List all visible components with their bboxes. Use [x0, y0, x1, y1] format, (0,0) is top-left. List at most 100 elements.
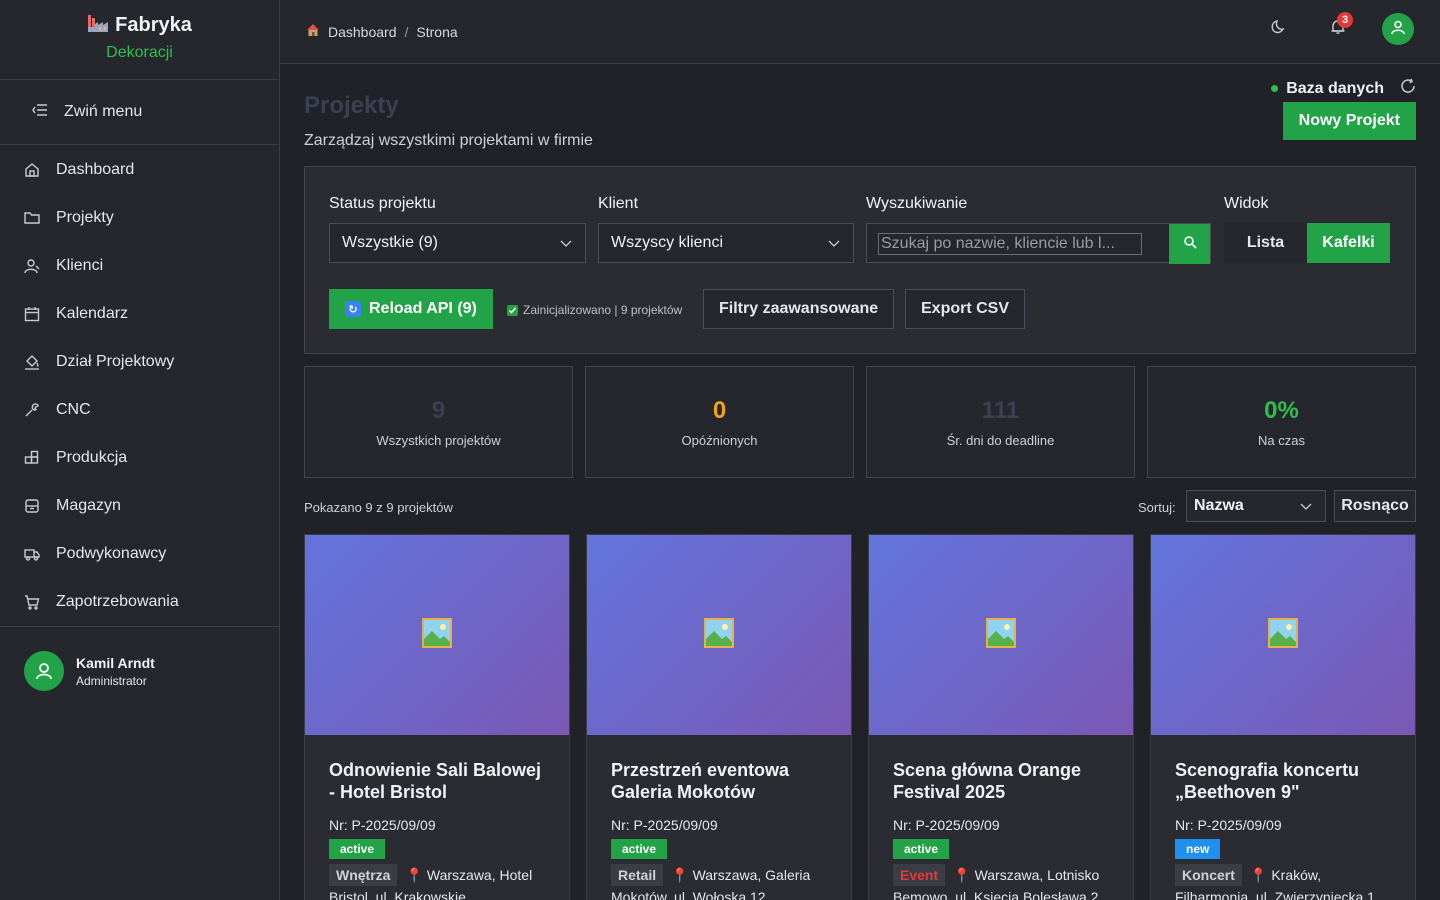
truck-icon: [24, 546, 40, 562]
category-tag: Event: [893, 864, 946, 886]
status-select-value: Wszystkie (9): [342, 234, 438, 251]
reload-api-button[interactable]: ↻ Reload API (9): [329, 289, 493, 329]
advanced-filters-button[interactable]: Filtry zaawansowane: [703, 289, 895, 329]
sort-select[interactable]: Nazwa: [1186, 490, 1326, 522]
location-pin-icon: 📍: [1249, 867, 1268, 883]
sidebar-item-dashboard[interactable]: Dashboard: [0, 146, 279, 194]
sidebar-item-produkcja[interactable]: Produkcja: [0, 434, 279, 482]
sidebar-item-klienci[interactable]: Klienci: [0, 242, 279, 290]
collapse-menu-label: Zwiń menu: [64, 103, 143, 120]
notifications-button[interactable]: 3: [1322, 12, 1354, 45]
sidebar-item-label: Zapotrzebowania: [56, 593, 179, 610]
sidebar-item-kalendarz[interactable]: Kalendarz: [0, 290, 279, 338]
view-list-button[interactable]: Lista: [1224, 223, 1307, 263]
breadcrumb-separator: /: [404, 23, 409, 40]
sidebar-item-label: Kalendarz: [56, 305, 129, 322]
cart-icon: [24, 594, 40, 610]
image-icon: [985, 617, 1017, 654]
status-badge: new: [1175, 839, 1221, 859]
sidebar-item-label: Dział Projektowy: [56, 353, 175, 370]
stat-card-avg-days: 111 Śr. dni do deadline: [866, 366, 1135, 478]
status-filter-label: Status projektu: [329, 195, 436, 212]
collapse-menu-button[interactable]: Zwiń menu: [0, 80, 279, 145]
breadcrumb-current: Strona: [416, 23, 458, 40]
db-status: Baza danych: [1271, 78, 1416, 99]
sort-direction-button[interactable]: Rosnąco: [1334, 490, 1416, 522]
project-image-placeholder: [305, 535, 569, 735]
brand-title: Fabryka: [115, 14, 192, 36]
stats-row: 9 Wszystkich projektów 0 Opóźnionych 111…: [304, 366, 1416, 478]
sidebar-item-label: Produkcja: [56, 449, 128, 466]
stat-value: 9: [431, 397, 446, 424]
folder-icon: [24, 210, 40, 226]
breadcrumb-dashboard[interactable]: Dashboard: [328, 24, 397, 40]
chevron-down-icon: [1299, 499, 1313, 518]
stat-label: Opóźnionych: [681, 433, 758, 448]
reload-api-label: Reload API (9): [369, 300, 477, 317]
sidebar-item-label: Dashboard: [56, 161, 135, 178]
user-profile[interactable]: Kamil Arndt Administrator: [0, 627, 279, 715]
search-icon: [1183, 235, 1197, 254]
chevron-down-icon: [559, 236, 573, 255]
stat-label: Śr. dni do deadline: [946, 433, 1055, 448]
project-card[interactable]: Przestrzeń eventowa Galeria Mokotów Nr: …: [586, 534, 852, 900]
project-image-placeholder: [587, 535, 851, 735]
export-csv-button[interactable]: Export CSV: [905, 289, 1026, 329]
db-status-label: Baza danych: [1286, 79, 1384, 97]
project-meta: Retail 📍 Warszawa, Galeria Mokotów, ul. Wo…: [611, 864, 827, 900]
project-number: Nr: P-2025/09/09: [329, 817, 436, 833]
topbar-actions: 3: [1262, 12, 1414, 45]
new-project-button[interactable]: Nowy Projekt: [1282, 102, 1416, 140]
project-card[interactable]: Scena główna Orange Festival 2025 Nr: P-…: [868, 534, 1134, 900]
calendar-icon: [24, 306, 40, 322]
image-icon: [421, 617, 453, 654]
factory-icon: [87, 13, 109, 38]
search-input[interactable]: [878, 233, 1142, 255]
notification-badge: 3: [1337, 12, 1353, 28]
sort-label: Sortuj:: [1138, 500, 1176, 515]
brand-subtitle: Dekoracji: [106, 44, 173, 61]
sidebar-item-label: Klienci: [56, 257, 104, 274]
project-meta: Event 📍 Warszawa, Lotnisko Bemowo, ul. Ksi…: [893, 864, 1109, 900]
sidebar-item-zapotrzebowania[interactable]: Zapotrzebowania: [0, 578, 279, 626]
stat-value: 111: [981, 397, 1020, 424]
location-pin-icon: 📍: [671, 867, 689, 883]
sidebar-item-cnc[interactable]: CNC: [0, 386, 279, 434]
project-number: Nr: P-2025/09/09: [1175, 817, 1282, 833]
theme-toggle-button[interactable]: [1262, 13, 1294, 45]
project-meta: Koncert 📍 Kraków, Filharmonia, ul. Zwierzy…: [1175, 864, 1391, 900]
sidebar-item-projekty[interactable]: Projekty: [0, 194, 279, 242]
status-select[interactable]: Wszystkie (9): [329, 223, 586, 263]
sidebar-item-dzial-projektowy[interactable]: Dział Projektowy: [0, 338, 279, 386]
project-title: Przestrzeń eventowa Galeria Mokotów: [611, 760, 790, 802]
chevron-down-icon: [827, 236, 841, 255]
sidebar-item-podwykonawcy[interactable]: Podwykonawcy: [0, 530, 279, 578]
sidebar-item-label: Magazyn: [56, 497, 121, 514]
sidebar-item-magazyn[interactable]: Magazyn: [0, 482, 279, 530]
category-tag: Retail: [611, 864, 664, 886]
moon-icon: [1270, 19, 1286, 40]
project-card[interactable]: Scenografia koncertu „Beethoven 9" Nr: P…: [1150, 534, 1416, 900]
view-tiles-button[interactable]: Kafelki: [1307, 223, 1390, 263]
client-select[interactable]: Wszyscy klienci: [598, 223, 854, 263]
client-filter-label: Klient: [598, 195, 639, 212]
category-tag: Wnętrza: [329, 864, 398, 886]
filter-panel: Status projektu Wszystkie (9) Klient Wsz…: [304, 166, 1416, 354]
refresh-icon[interactable]: [1400, 78, 1416, 99]
project-number: Nr: P-2025/09/09: [611, 817, 718, 833]
page-subtitle: Zarządzaj wszystkimi projektami w firmie: [304, 132, 593, 149]
search-button[interactable]: [1169, 224, 1210, 264]
results-count: Pokazano 9 z 9 projektów: [304, 500, 453, 515]
init-status-text: Zainicjalizowano | 9 projektów: [523, 303, 683, 317]
stat-card-total: 9 Wszystkich projektów: [304, 366, 573, 478]
location-pin-icon: 📍: [953, 867, 971, 883]
stat-label: Wszystkich projektów: [376, 433, 501, 448]
brand: Fabryka Dekoracji: [0, 0, 279, 80]
project-card[interactable]: Odnowienie Sali Balowej - Hotel Bristol …: [304, 534, 570, 900]
stat-card-delayed: 0 Opóźnionych: [585, 366, 854, 478]
user-menu-button[interactable]: [1382, 13, 1414, 45]
project-number: Nr: P-2025/09/09: [893, 817, 1000, 833]
image-icon: [1267, 617, 1299, 654]
stat-label: Na czas: [1258, 433, 1305, 448]
client-select-value: Wszyscy klienci: [611, 234, 724, 251]
